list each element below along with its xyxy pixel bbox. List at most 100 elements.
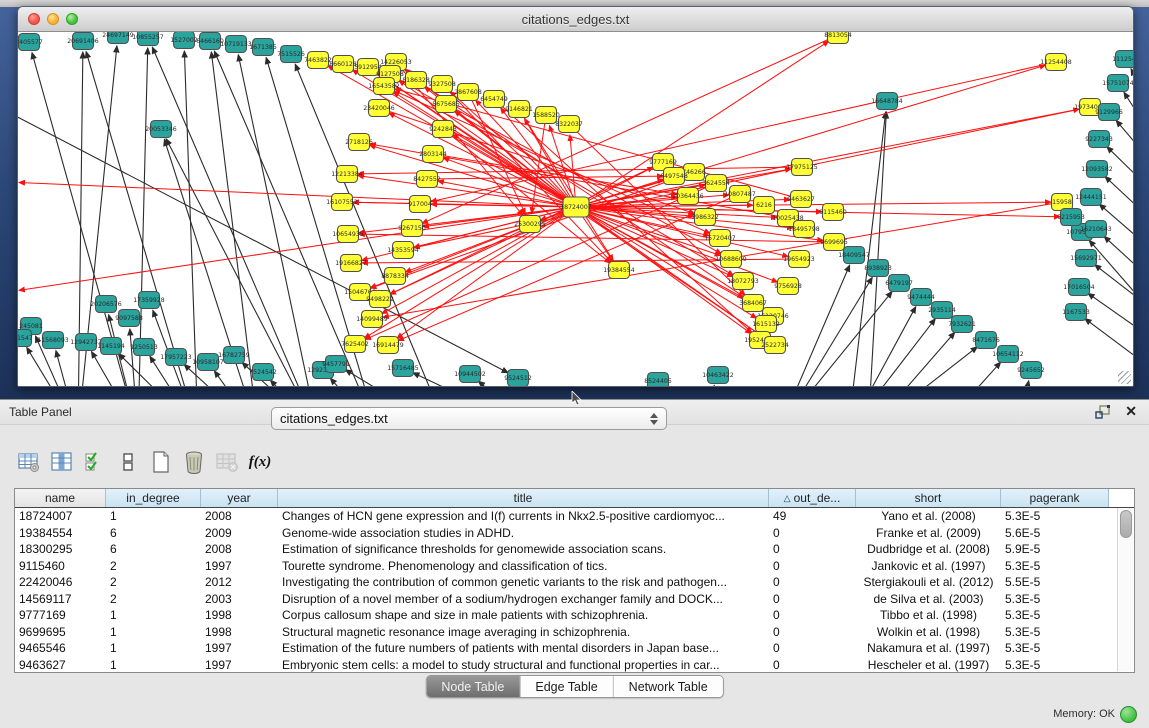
sort-ascending-icon: △	[784, 493, 791, 504]
new-column-button[interactable]	[146, 447, 176, 477]
node-label: 20206576	[90, 301, 122, 308]
node-label: 19384554	[603, 267, 635, 274]
table-cell: 19384554	[15, 526, 106, 540]
float-panel-icon[interactable]	[1095, 405, 1111, 419]
table-cell: 5.3E-5	[1001, 592, 1109, 606]
network-edge	[1018, 381, 1029, 386]
minimize-window-button[interactable]	[47, 13, 59, 25]
column-header-name[interactable]: name	[15, 489, 106, 507]
node-label: 8186328	[402, 77, 430, 84]
table-row[interactable]: 946362711997Embryonic stem cells: a mode…	[15, 657, 1134, 674]
resize-grip[interactable]	[1118, 371, 1131, 384]
table-cell: 1997	[201, 658, 278, 672]
column-header-year[interactable]: year	[201, 489, 278, 507]
table-selector[interactable]: citations_edges.txt	[271, 407, 667, 430]
column-header-in-degree[interactable]: in_degree	[106, 489, 201, 507]
node-label: 6216	[756, 202, 772, 209]
table-options-button[interactable]	[14, 447, 44, 477]
table-cell: 2012	[201, 575, 278, 589]
citation-network-graph: 2405577246971492069140610855257152700264…	[18, 32, 1133, 386]
table-row[interactable]: 969969511998Structural magnetic resonanc…	[15, 624, 1134, 641]
node-label: 18724007	[560, 204, 592, 211]
table-cell: 5.3E-5	[1001, 608, 1109, 622]
close-window-button[interactable]	[28, 13, 40, 25]
network-edge	[1105, 177, 1133, 212]
column-header-title[interactable]: title	[278, 489, 769, 507]
table-row[interactable]: 946554611997Estimation of the future num…	[15, 640, 1134, 657]
column-header-short[interactable]: short	[856, 489, 1001, 507]
node-label: 9129966	[1095, 109, 1123, 116]
function-icon: f(x)	[249, 454, 272, 471]
node-label: 15716485	[387, 365, 419, 372]
node-label: 7932621	[948, 321, 976, 328]
scrollbar-thumb[interactable]	[1120, 510, 1132, 538]
table-row[interactable]: 911546021997Tourette syndrome. Phenomeno…	[15, 558, 1134, 575]
node-label: 1145194	[97, 343, 125, 350]
table-cell: 0	[769, 542, 856, 556]
node-table: namein_degreeyeartitle△out_de...shortpag…	[14, 488, 1135, 673]
delete-table-button[interactable]	[212, 447, 242, 477]
node-label: 2803144	[419, 151, 447, 158]
table-cell: 18300295	[15, 542, 106, 556]
vertical-scrollbar[interactable]	[1117, 508, 1133, 671]
network-edge	[1104, 236, 1133, 272]
node-label: 1588520	[532, 112, 560, 119]
node-label: 9457791	[322, 361, 350, 368]
node-label: 20691406	[67, 38, 99, 45]
network-canvas[interactable]: 2405577246971492069140610855257152700264…	[18, 32, 1133, 386]
node-label: 25300295	[514, 221, 546, 228]
table-cell: 9115460	[15, 559, 106, 573]
function-builder-button[interactable]: f(x)	[245, 447, 275, 477]
table-panel-title: Table Panel	[9, 405, 72, 419]
table-cell: Nakamura et al. (1997)	[856, 641, 1001, 655]
node-label: 14099489	[356, 316, 388, 323]
node-label: 8322037	[555, 121, 583, 128]
table-row[interactable]: 1830029562008Estimation of significance …	[15, 541, 1134, 558]
table-cell: 6	[106, 526, 201, 540]
node-label: 18072793	[727, 278, 759, 285]
node-label: 12444151	[1075, 194, 1107, 201]
column-header-out-de-[interactable]: △out_de...	[769, 489, 856, 507]
window-title: citations_edges.txt	[522, 12, 630, 27]
table-cell: 0	[769, 625, 856, 639]
node-label: 7986322	[691, 214, 719, 221]
table-row[interactable]: 1872400712008Changes of HCN gene express…	[15, 508, 1134, 525]
table-row[interactable]: 2242004622012Investigating the contribut…	[15, 574, 1134, 591]
node-label: 3624554	[702, 180, 730, 187]
table-row[interactable]: 977716911998Corpus callosum shape and si…	[15, 607, 1134, 624]
table-columns-icon	[50, 450, 74, 474]
node-label: 9097588	[115, 315, 143, 322]
column-visibility-button[interactable]	[47, 447, 77, 477]
table-row[interactable]: 1456911722003Disruption of a novel membe…	[15, 591, 1134, 608]
tab-network-table[interactable]: Network Table	[614, 676, 723, 697]
delete-column-button[interactable]	[179, 447, 209, 477]
node-label: 5675685	[432, 101, 460, 108]
column-header-pagerank[interactable]: pagerank	[1001, 489, 1109, 507]
tab-edge-table[interactable]: Edge Table	[520, 676, 613, 697]
node-label: 16914479	[372, 342, 404, 349]
node-label: 9242843	[429, 126, 457, 133]
node-label: 23420046	[363, 105, 395, 112]
node-label: 8471676	[972, 337, 1000, 344]
select-all-button[interactable]	[80, 447, 110, 477]
node-label: 16543582	[368, 83, 400, 90]
node-label: 1527002	[170, 37, 198, 44]
window-titlebar[interactable]: citations_edges.txt	[18, 7, 1133, 32]
table-cell: 5.5E-5	[1001, 575, 1109, 589]
network-edge	[698, 385, 714, 386]
memory-status-indicator[interactable]	[1120, 706, 1137, 723]
node-label: 10958107	[192, 359, 224, 366]
node-label: 5912954	[354, 64, 382, 71]
table-row[interactable]: 1938455462009Genome-wide association stu…	[15, 525, 1134, 542]
node-label: 9756928	[774, 283, 802, 290]
node-label: 2718126	[345, 139, 373, 146]
close-panel-icon[interactable]: ✕	[1125, 403, 1137, 420]
table-cell: 2003	[201, 592, 278, 606]
zoom-window-button[interactable]	[66, 13, 78, 25]
node-label: 9327508	[428, 81, 456, 88]
node-label: 17016504	[1063, 284, 1095, 291]
table-cell: Changes of HCN gene expression and I(f) …	[278, 509, 769, 523]
row-display-button[interactable]	[113, 447, 143, 477]
network-edge	[1107, 147, 1133, 182]
tab-node-table[interactable]: Node Table	[426, 676, 520, 697]
